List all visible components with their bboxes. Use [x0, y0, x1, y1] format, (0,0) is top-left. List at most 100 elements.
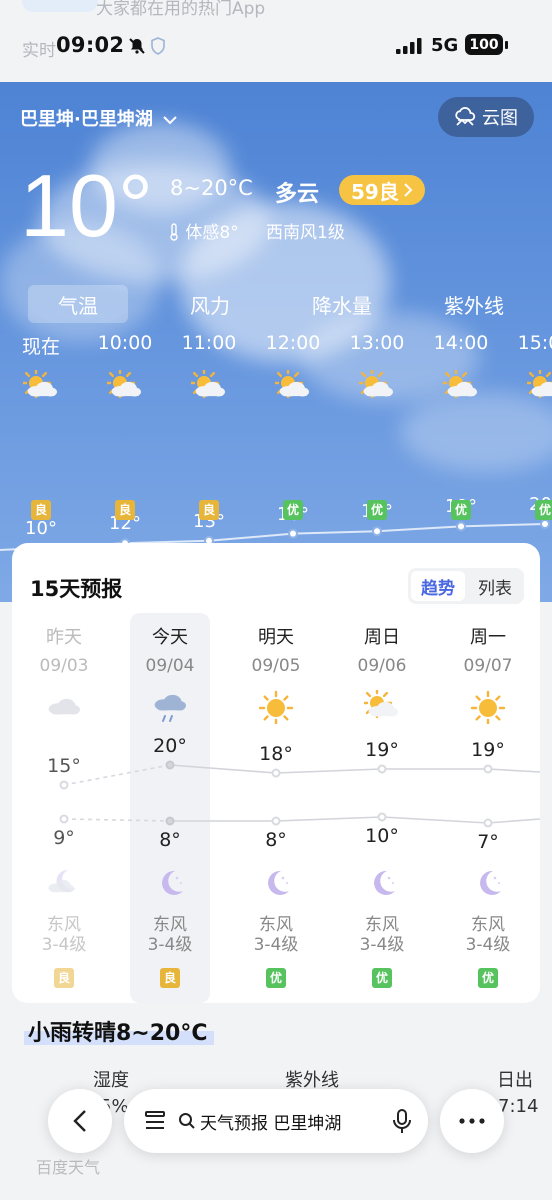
wind-direction: 东风	[471, 915, 505, 935]
rain-cloud-icon	[154, 694, 186, 722]
wind-direction: 东风	[47, 915, 81, 935]
day-name: 周日	[364, 627, 400, 648]
day-wind: 东风 3-4级	[14, 915, 114, 955]
menu-list-icon[interactable]	[144, 1110, 168, 1132]
partly-cloudy-icon	[440, 367, 477, 399]
more-options-button[interactable]	[440, 1089, 504, 1153]
back-button[interactable]	[48, 1089, 112, 1153]
partly-cloudy-icon	[356, 367, 393, 399]
sun-icon	[258, 690, 294, 726]
day-weather-icon	[361, 687, 400, 728]
partly-cloudy-icon	[20, 367, 57, 399]
hour-weather-icon	[272, 367, 311, 408]
day-weather-icon	[46, 690, 82, 728]
partly-cloudy-icon	[272, 367, 309, 399]
background-pill	[22, 0, 98, 12]
hourly-point	[372, 526, 382, 537]
day-air-quality-badge: 良	[160, 968, 180, 988]
night-weather-icon	[258, 865, 294, 903]
day-air-quality-badge: 优	[478, 968, 498, 988]
wind-level: 3-4级	[465, 935, 511, 955]
day-wind: 东风 3-4级	[332, 915, 432, 955]
day-high-temp: 15°	[47, 755, 81, 777]
day-high-temp: 18°	[259, 743, 293, 765]
night-weather-icon	[364, 865, 400, 903]
temperature-point	[377, 812, 387, 822]
hour-weather-icon	[356, 367, 395, 408]
moon-icon	[374, 870, 395, 895]
day-header: 明天 09/05	[226, 623, 326, 676]
day-low-temp: 8°	[265, 829, 287, 851]
day-high-temp: 19°	[471, 739, 505, 761]
hour-time: 11:00	[181, 332, 237, 354]
day-wind: 东风 3-4级	[438, 915, 538, 955]
night-weather-icon	[152, 865, 188, 903]
background-text-2: 实时	[22, 41, 56, 61]
day-low-temp: 8°	[159, 829, 181, 851]
day-header: 周一 09/07	[438, 623, 538, 676]
shield-icon	[151, 37, 165, 55]
wind-level: 3-4级	[253, 935, 299, 955]
day-air-quality-badge: 优	[266, 968, 286, 988]
day-name: 昨天	[46, 627, 82, 648]
moon-icon	[268, 870, 289, 895]
background-text: 大家都在用的热门App	[96, 0, 266, 19]
moon-icon	[162, 870, 183, 895]
day-header: 今天 09/04	[120, 623, 220, 676]
hour-time: 14:00	[433, 332, 489, 354]
microphone-icon[interactable]	[392, 1108, 412, 1134]
temperature-trend-past	[63, 818, 171, 822]
partly-cloudy-icon	[104, 367, 141, 399]
day-high-temp: 20°	[153, 735, 187, 757]
night-weather-icon	[470, 865, 506, 903]
day-date: 09/04	[145, 656, 195, 676]
forecast-summary: 小雨转晴8~20°C	[24, 1015, 214, 1047]
night-weather-icon	[46, 865, 82, 903]
day-weather-icon	[152, 690, 188, 728]
moon-icon	[480, 870, 501, 895]
hourly-item: 14:0019°优	[431, 332, 491, 520]
day-air-quality-badge: 良	[54, 968, 74, 988]
sunrise-value: 7:14	[498, 1096, 539, 1117]
day-air-quality-badge: 优	[372, 968, 392, 988]
moon-cloud-icon	[48, 869, 76, 893]
hour-air-quality-badge: 优	[451, 500, 471, 520]
day-name: 周一	[470, 627, 506, 648]
partly-cloudy-icon	[361, 687, 398, 719]
wind-direction: 东风	[259, 915, 293, 935]
hourly-item: 11:00 13° 良	[179, 332, 239, 532]
humidity-label: 湿度	[93, 1070, 129, 1091]
sunrise-label: 日出	[497, 1070, 533, 1091]
search-query: 天气预报 巴里坤湖	[200, 1113, 342, 1134]
hour-air-quality-badge: 优	[367, 500, 387, 520]
hourly-point	[540, 519, 550, 529]
temperature-point	[377, 764, 387, 774]
wind-level: 3-4级	[41, 935, 87, 955]
hour-temperature: 10°	[25, 518, 57, 539]
forecast-card: 15天预报 趋势 列表 昨天 09/03 15° 9° 东风 3-4级良今天 09/04 20…	[12, 543, 540, 1003]
hour-weather-icon	[20, 367, 59, 408]
wind-level: 3-4级	[147, 935, 193, 955]
day-weather-icon	[258, 690, 294, 728]
day-date: 09/05	[251, 656, 301, 676]
temperature-point	[271, 816, 281, 826]
search-bar[interactable]: 天气预报 巴里坤湖	[124, 1089, 428, 1153]
hourly-item: 15:0020°优	[515, 332, 552, 520]
day-name: 今天	[152, 627, 188, 648]
day-date: 09/06	[357, 656, 407, 676]
hour-air-quality-badge: 良	[115, 500, 135, 520]
day-low-temp: 7°	[477, 831, 499, 853]
partly-cloudy-icon	[188, 367, 225, 399]
day-low-temp: 10°	[365, 825, 399, 847]
hour-weather-icon	[188, 367, 227, 408]
temperature-point	[59, 814, 69, 824]
day-header: 周日 09/06	[332, 623, 432, 676]
footer-source: 百度天气	[36, 1158, 101, 1177]
day-high-temp: 19°	[365, 739, 399, 761]
hour-air-quality-badge: 良	[199, 500, 219, 520]
network-type: 5G	[431, 35, 459, 56]
more-dots-icon	[459, 1118, 485, 1124]
wind-direction: 东风	[153, 915, 187, 935]
hour-weather-icon	[524, 367, 552, 408]
hourly-item: 现在 10° 良	[11, 332, 71, 539]
